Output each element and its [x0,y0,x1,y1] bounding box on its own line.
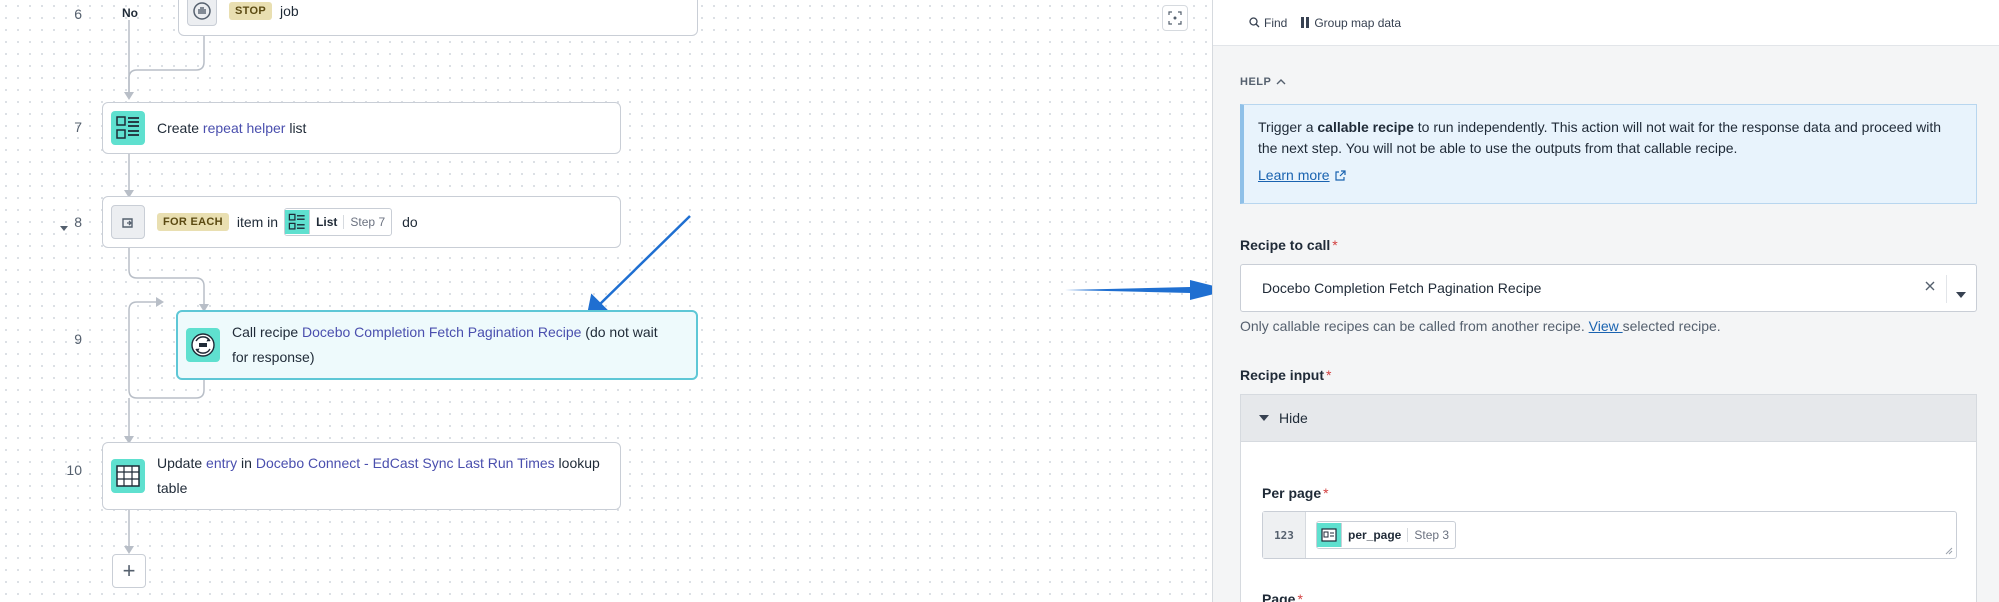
external-link-icon [1334,169,1346,181]
step-config-panel: Find Group map data HELP Trigger a calla… [1212,0,1999,602]
step-8-card[interactable]: FOR EACH item in List Step 7 do [102,196,621,248]
help-toggle[interactable]: HELP [1240,76,1286,88]
for-each-keyword: FOR EACH [157,213,229,231]
loop-icon [111,205,145,239]
per-page-input[interactable]: 123 per_page Step 3 [1262,511,1957,559]
columns-icon [1301,17,1310,28]
learn-more-label: Learn more [1258,167,1330,183]
chevron-down-icon[interactable] [1956,285,1966,301]
step-7-card[interactable]: Create repeat helper list [102,102,621,154]
add-step-button[interactable]: + [112,554,146,588]
datapill-per-page[interactable]: per_page Step 3 [1316,521,1457,549]
recipe-input-label: Recipe input * [1240,367,1331,383]
select-divider [1946,275,1947,303]
recipe-to-call-hint: Only callable recipes can be called from… [1240,318,1721,334]
per-page-label-text: Per page [1262,485,1322,501]
step-text-line2: for response) [232,349,315,365]
step-text-pre: item in [236,214,279,230]
hide-toggle[interactable]: Hide [1241,395,1976,442]
list-icon [111,111,145,145]
page-label-text: Page [1262,591,1296,602]
variable-icon [1317,523,1342,547]
step-9-card[interactable]: Call recipe Docebo Completion Fetch Pagi… [176,310,698,380]
step-text-post: (do not wait [581,324,658,340]
step-text-pre: Call recipe [232,324,303,340]
integer-type-badge: 123 [1263,512,1306,558]
help-heading: HELP [1240,76,1272,88]
lookup-table-icon [111,459,145,493]
help-box: Trigger a callable recipe to run indepen… [1240,104,1977,204]
clear-selection-icon[interactable] [1924,279,1936,295]
required-marker: * [1332,237,1338,253]
list-icon [285,210,311,234]
step-text-pre: Update [157,455,207,471]
resize-handle-icon[interactable] [1945,547,1953,555]
lookup-table-link[interactable]: Docebo Connect - EdCast Sync Last Run Ti… [256,455,555,471]
datapill-step: Step 7 [343,215,391,229]
call-recipe-icon [186,328,220,362]
page-label: Page * [1262,591,1303,602]
condition-no-label: No [122,6,138,20]
help-text-pre: Trigger a [1258,119,1318,135]
step-number: 8 [74,214,82,230]
entry-link[interactable]: entry [206,455,237,471]
view-selected-recipe-link[interactable]: View [1589,318,1623,334]
step-number: 10 [66,462,82,478]
step-text-post: do [402,214,418,230]
per-page-label: Per page * [1262,485,1329,501]
step-10-card[interactable]: Update entry in Docebo Connect - EdCast … [102,442,621,510]
group-map-label: Group map data [1314,15,1402,30]
step-text-post: list [285,120,307,136]
recipe-input-label-text: Recipe input [1240,367,1325,383]
learn-more-link[interactable]: Learn more [1258,165,1346,186]
step-number: 7 [74,119,82,135]
stop-keyword: STOP [229,2,272,20]
stop-hand-icon [187,0,217,26]
find-button[interactable]: Find [1249,16,1287,30]
datapill-name: List [316,215,338,229]
datapill-name: per_page [1348,528,1402,542]
hide-label: Hide [1279,410,1308,426]
connector-lines [124,20,1212,554]
step-6-card[interactable]: STOP job [178,0,698,36]
repeat-helper-link[interactable]: repeat helper [203,120,286,136]
datapill-step: Step 3 [1407,528,1455,542]
called-recipe-link[interactable]: Docebo Completion Fetch Pagination Recip… [302,324,581,340]
datapill-list[interactable]: List Step 7 [284,208,393,236]
step-text-pre: Create [157,120,203,136]
required-marker: * [1326,367,1332,383]
step-text-mid: in [237,455,256,471]
hint-post: selected recipe. [1622,318,1721,334]
find-label: Find [1264,15,1288,30]
search-icon [1249,17,1260,28]
group-map-data-button[interactable]: Group map data [1301,16,1401,30]
caret-down-icon [1259,415,1269,421]
required-marker: * [1323,485,1329,501]
recipe-to-call-select[interactable]: Docebo Completion Fetch Pagination Recip… [1240,264,1977,312]
step-text: job [279,3,299,19]
panel-toolbar: Find Group map data [1213,0,1999,46]
step-number: 9 [74,331,82,347]
recipe-input-group: Hide Per page * 123 per_page Step 3 Page * [1240,394,1977,602]
chevron-up-icon [1276,79,1286,85]
recipe-canvas[interactable]: 6 No STOP job 7 Create repeat helper lis… [0,0,1212,602]
step-text-line2: table [157,480,188,496]
fit-to-screen-button[interactable] [1162,5,1188,31]
help-text-bold: callable recipe [1317,119,1414,135]
selected-recipe-value: Docebo Completion Fetch Pagination Recip… [1262,280,1542,296]
recipe-to-call-label-text: Recipe to call [1240,237,1331,253]
step-number: 6 [74,6,82,22]
hint-pre: Only callable recipes can be called from… [1240,318,1589,334]
required-marker: * [1297,591,1303,602]
step-text-post: lookup [554,455,600,471]
fit-view-icon [1168,11,1182,25]
recipe-to-call-label: Recipe to call * [1240,237,1338,253]
